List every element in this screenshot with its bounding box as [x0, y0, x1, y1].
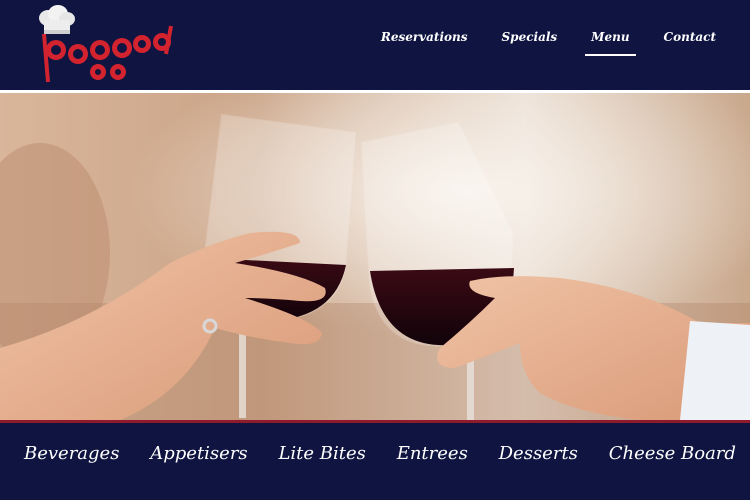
- chef-hat-icon: [39, 5, 75, 34]
- nav-item-reservations[interactable]: Reservations: [381, 28, 468, 56]
- logo-wordmark: [42, 25, 173, 83]
- category-desserts[interactable]: Desserts: [499, 443, 578, 464]
- hero-image: [0, 93, 750, 420]
- category-lite-bites[interactable]: Lite Bites: [278, 443, 365, 464]
- wine-toast-illustration: [0, 93, 750, 420]
- page: Reservations Specials Menu Contact Bever…: [0, 0, 750, 500]
- nav-item-contact[interactable]: Contact: [664, 28, 716, 56]
- category-appetisers[interactable]: Appetisers: [150, 443, 247, 464]
- category-list: Beverages Appetisers Lite Bites Entrees …: [0, 443, 750, 464]
- category-cheese-board[interactable]: Cheese Board: [609, 443, 736, 464]
- nav-item-menu[interactable]: Menu: [585, 28, 636, 56]
- nav-item-specials[interactable]: Specials: [502, 28, 558, 56]
- category-bar: Beverages Appetisers Lite Bites Entrees …: [0, 423, 750, 500]
- category-entrees[interactable]: Entrees: [397, 443, 468, 464]
- logo-graphic: [39, 5, 173, 83]
- site-header: Reservations Specials Menu Contact: [0, 0, 750, 90]
- category-beverages[interactable]: Beverages: [24, 443, 119, 464]
- site-logo[interactable]: [36, 4, 186, 86]
- main-nav: Reservations Specials Menu Contact: [347, 28, 716, 56]
